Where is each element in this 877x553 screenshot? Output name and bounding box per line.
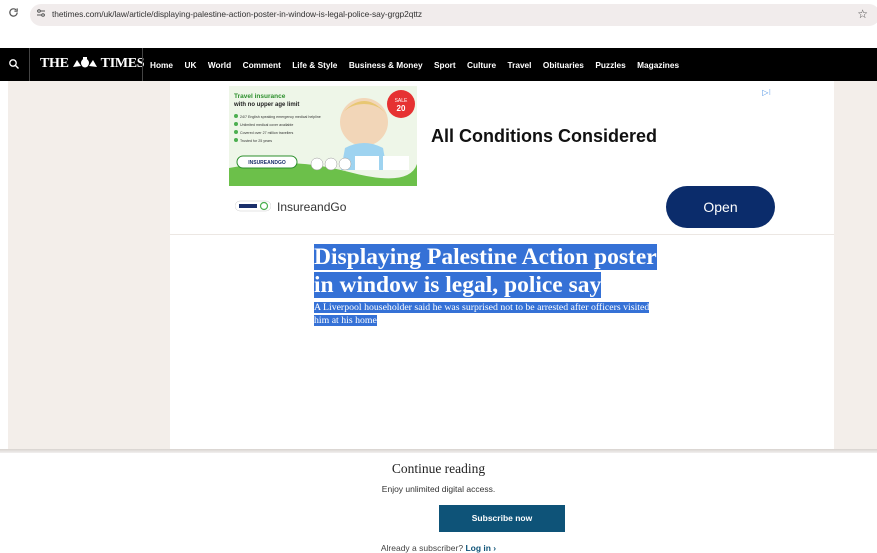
menu-life-style[interactable]: Life & Style [292, 60, 337, 70]
advertisement[interactable]: SALE 20 Travel insurance with no upper a… [229, 86, 775, 234]
address-bar: thetimes.com/uk/law/article/displaying-p… [0, 4, 877, 26]
browser-chrome: thetimes.com/uk/law/article/displaying-p… [0, 0, 877, 48]
ad-brand-logo [234, 198, 272, 214]
article-headline[interactable]: Displaying Palestine Action poster in wi… [314, 244, 694, 299]
url-text: thetimes.com/uk/law/article/displaying-p… [52, 9, 423, 19]
ad-image-bullet: Trusted for 25 years [240, 139, 272, 143]
ad-image[interactable]: SALE 20 Travel insurance with no upper a… [229, 86, 417, 186]
paywall-title: Continue reading [391, 461, 486, 476]
ad-divider [170, 234, 834, 235]
ad-headline[interactable]: All Conditions Considered [431, 126, 657, 147]
menu-culture[interactable]: Culture [467, 60, 496, 70]
site-settings-icon[interactable] [36, 8, 46, 21]
menu-home[interactable]: Home [150, 60, 173, 70]
royal-crest-icon [71, 57, 99, 68]
article-standfirst[interactable]: A Liverpool householder said he was surp… [314, 302, 686, 327]
ad-image-bullet: 24/7 English speaking emergency medical … [240, 115, 321, 119]
menu-travel[interactable]: Travel [507, 60, 531, 70]
subscribe-button[interactable]: Subscribe now [439, 505, 565, 532]
article-header: Displaying Palestine Action poster in wi… [314, 244, 694, 327]
menu-world[interactable]: World [208, 60, 231, 70]
ad-image-bullet: Unlimited medical cover available [240, 123, 293, 127]
ad-image-badge-num: 20 [397, 104, 406, 113]
ad-image-title: Travel insurance [234, 93, 286, 100]
url-field[interactable]: thetimes.com/uk/law/article/displaying-p… [30, 4, 877, 26]
main-menu: Home UK World Comment Life & Style Busin… [150, 48, 691, 81]
search-icon[interactable] [8, 57, 22, 71]
ad-choices-icon[interactable]: ▷⁝ [762, 88, 771, 97]
menu-business-money[interactable]: Business & Money [349, 60, 423, 70]
ad-image-subtitle: with no upper age limit [233, 102, 299, 108]
menu-magazines[interactable]: Magazines [637, 60, 679, 70]
reload-icon[interactable] [8, 7, 22, 23]
ad-open-button[interactable]: Open [666, 186, 775, 228]
nav-divider [142, 48, 143, 81]
times-logo[interactable]: THE TIMES [40, 56, 145, 72]
menu-obituaries[interactable]: Obituaries [543, 60, 584, 70]
login-prompt: Already a subscriber? Log in › [380, 543, 497, 553]
nav-divider [29, 48, 30, 81]
menu-sport[interactable]: Sport [434, 60, 456, 70]
ad-image-logo: INSUREANDGO [248, 160, 286, 166]
ad-brand-name[interactable]: InsureandGo [277, 200, 346, 214]
bookmark-star-icon[interactable]: ☆ [857, 7, 868, 21]
paywall-panel: Continue reading Enjoy unlimited digital… [0, 453, 877, 553]
login-link[interactable]: Log in › [465, 543, 496, 553]
menu-comment[interactable]: Comment [243, 60, 281, 70]
paywall-subtitle: Enjoy unlimited digital access. [381, 484, 496, 494]
site-nav: THE TIMES Home UK World Comment Life & St… [0, 48, 877, 81]
ad-image-bullet: Covered over 27 million travellers [240, 131, 294, 135]
menu-uk[interactable]: UK [184, 60, 196, 70]
menu-puzzles[interactable]: Puzzles [595, 60, 625, 70]
